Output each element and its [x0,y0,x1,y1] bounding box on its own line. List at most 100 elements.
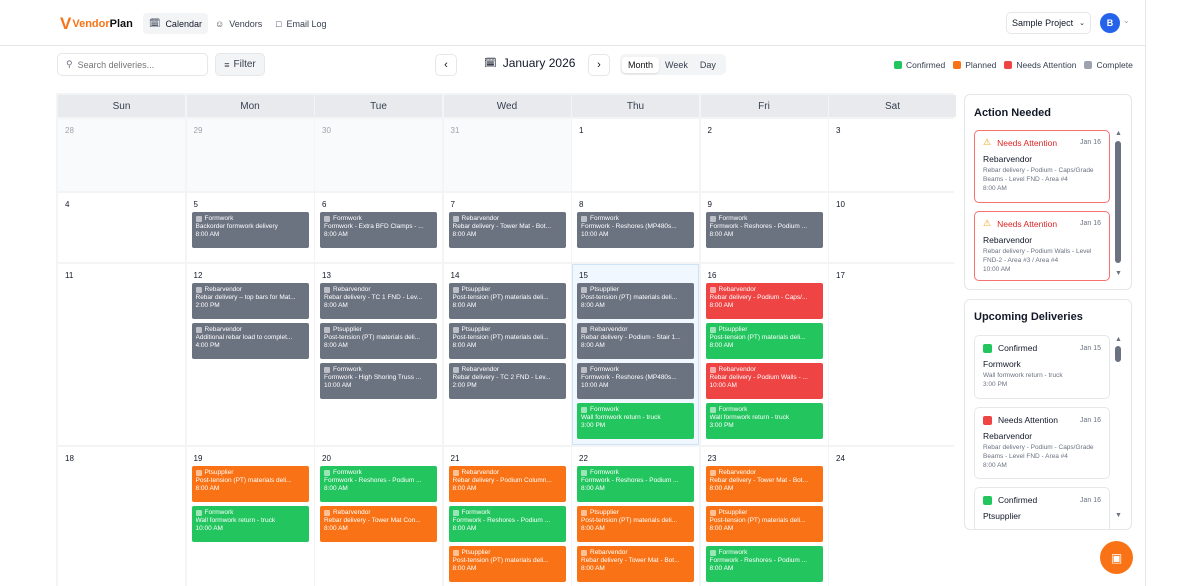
day-cell[interactable]: 11 [58,264,185,445]
assistant-button[interactable]: ▣ [1100,541,1133,574]
delivery-event[interactable]: Ptsupplier Post-tension (PT) materials de… [191,466,309,502]
delivery-event[interactable]: Ptsupplier Post-tension (PT) materials de… [448,546,566,582]
day-cell[interactable]: 7 Rebarvendor Rebar delivery - Tower Mat -… [443,193,571,262]
day-cell[interactable]: 30 [315,119,442,191]
delivery-event[interactable]: Ptsupplier Post-tension (PT) materials de… [705,506,823,542]
delivery-event[interactable]: Formwork Formwork - Reshores - Podium ...… [320,466,437,502]
delivery-event[interactable]: Formwork Formwork - Reshores (MP480s... 10… [577,212,694,248]
delivery-event[interactable]: Formwork Formwork - Reshores - Podium ...… [705,546,823,582]
day-cell[interactable]: 22 Formwork Formwork - Reshores - Podium .… [572,447,699,586]
day-number: 4 [65,200,70,209]
scroll-down-icon[interactable]: ▼ [1115,512,1122,519]
day-cell[interactable]: 19 Ptsupplier Post-tension (PT) materials … [186,447,314,586]
delivery-event[interactable]: Formwork Formwork - Reshores - Podium ...… [577,466,694,502]
day-cell[interactable]: 29 [186,119,314,191]
action-card[interactable]: ⚠ Needs Attention Jan 16 Rebarvendor Reb… [974,130,1110,203]
filter-button[interactable]: ≡ Filter [215,53,265,76]
day-cell[interactable]: 17 [829,264,956,445]
search-input[interactable] [77,59,198,70]
delivery-event[interactable]: Rebarvendor Additional rebar load to comp… [191,323,309,359]
delivery-event[interactable]: Formwork Backorder formwork delivery 8:00 … [191,212,309,248]
day-cell[interactable]: 5 Formwork Backorder formwork delivery 8:00… [186,193,314,262]
scroll-up-icon[interactable]: ▲ [1115,130,1122,137]
view-week-button[interactable]: Week [659,57,694,73]
delivery-event[interactable]: Formwork Formwork - Extra BFD Clamps - ..… [320,212,437,248]
day-cell[interactable]: 1 [572,119,699,191]
day-number: 7 [450,200,455,209]
delivery-event[interactable]: Formwork Formwork - Reshores (MP480s... 10… [577,363,694,399]
delivery-event[interactable]: Ptsupplier Post-tension (PT) materials de… [320,323,437,359]
delivery-event[interactable]: Ptsupplier Post-tension (PT) materials de… [448,323,566,359]
event-description: Formwork - Extra BFD Clamps - ... [324,223,424,230]
day-cell[interactable]: 24 [829,447,956,586]
day-cell[interactable]: 2 [700,119,828,191]
delivery-event[interactable]: Ptsupplier Post-tension (PT) materials de… [448,283,566,319]
view-month-button[interactable]: Month [622,56,660,73]
delivery-event[interactable]: Formwork Wall formwork return - truck 10:0… [191,506,309,542]
day-cell[interactable]: 28 [58,119,185,191]
delivery-event[interactable]: Rebarvendor Rebar delivery - TC 2 FND - L… [448,363,566,399]
delivery-event[interactable]: Formwork Formwork - High Shoring Truss ..… [320,363,437,399]
view-day-button[interactable]: Day [694,57,722,73]
scroll-up-icon[interactable]: ▲ [1115,336,1122,343]
day-cell[interactable]: 9 Formwork Formwork - Reshores - Podium ..… [700,193,828,262]
calendar-icon: 🗓 [484,57,497,69]
event-description: Rebar delivery - TC 1 FND - Lev... [324,294,423,301]
day-cell[interactable]: 31 [443,119,571,191]
nav-calendar[interactable]: 🗓 Calendar [143,13,208,34]
project-selector[interactable]: Sample Project ⌄ [1006,12,1091,34]
day-cell[interactable]: 4 [58,193,185,262]
delivery-card[interactable]: Confirmed Jan 15 Formwork Wall formwork … [974,335,1110,399]
weekday-header: Tue [315,95,442,117]
delivery-event[interactable]: Formwork Wall formwork return - truck 3:00… [577,403,694,439]
vendorplan-logo[interactable]: V Vendor Plan [60,14,133,34]
scrollbar-thumb[interactable] [1115,346,1121,362]
delivery-event[interactable]: Rebarvendor Rebar delivery - Tower Mat - … [448,212,566,248]
delivery-event[interactable]: Ptsupplier Post-tension (PT) materials de… [577,283,694,319]
day-number: 9 [707,200,712,209]
delivery-event[interactable]: Ptsupplier Post-tension (PT) materials de… [577,506,694,542]
delivery-event[interactable]: Rebarvendor Rebar delivery - Tower Mat - … [705,466,823,502]
day-cell[interactable]: 21 Rebarvendor Rebar delivery - Podium Col… [443,447,571,586]
delivery-event[interactable]: Ptsupplier Post-tension (PT) materials de… [705,323,823,359]
delivery-event[interactable]: Formwork Formwork - Reshores - Podium ...… [705,212,823,248]
delivery-event[interactable]: Rebarvendor Rebar delivery - Podium - Sta… [577,323,694,359]
day-cell[interactable]: 23 Rebarvendor Rebar delivery - Tower Mat … [700,447,828,586]
search-box[interactable]: ⚲ [57,53,208,76]
delivery-event[interactable]: Rebarvendor Rebar delivery - Tower Mat - … [577,546,694,582]
delivery-event[interactable]: Rebarvendor Rebar delivery - Podium - Cap… [705,283,823,319]
delivery-event[interactable]: Rebarvendor Rebar delivery - Tower Mat Co… [320,506,437,542]
day-cell[interactable]: 18 [58,447,185,586]
delivery-event[interactable]: Formwork Formwork - Reshores - Podium ...… [448,506,566,542]
day-cell[interactable]: 13 Rebarvendor Rebar delivery - TC 1 FND -… [315,264,442,445]
delivery-event[interactable]: Rebarvendor Rebar delivery - Podium Walls… [705,363,823,399]
delivery-event[interactable]: Rebarvendor Rebar delivery – top bars for… [191,283,309,319]
day-cell[interactable]: 6 Formwork Formwork - Extra BFD Clamps - .… [315,193,442,262]
day-cell[interactable]: 14 Ptsupplier Post-tension (PT) materials … [443,264,571,445]
delivery-card[interactable]: Needs Attention Jan 16 Rebarvendor Rebar… [974,407,1110,479]
day-cell[interactable]: 20 Formwork Formwork - Reshores - Podium .… [315,447,442,586]
day-cell[interactable]: 3 [829,119,956,191]
event-time: 8:00 AM [709,525,734,532]
delivery-event[interactable]: Formwork Wall formwork return - truck 3:00… [705,403,823,439]
delivery-card[interactable]: Confirmed Jan 16 Ptsupplier [974,487,1110,529]
action-card[interactable]: ⚠ Needs Attention Jan 16 Rebarvendor Reb… [974,211,1110,281]
day-cell[interactable]: 10 [829,193,956,262]
event-description: Backorder formwork delivery [195,223,278,230]
day-cell[interactable]: 16 Rebarvendor Rebar delivery - Podium - C… [700,264,828,445]
prev-month-button[interactable]: ‹ [435,54,457,76]
next-month-button[interactable]: › [588,54,610,76]
day-cell[interactable]: 15 Ptsupplier Post-tension (PT) materials … [572,264,699,445]
chevron-down-icon[interactable]: ⌄ [1123,16,1130,25]
day-cell[interactable]: 8 Formwork Formwork - Reshores (MP480s... 1… [572,193,699,262]
day-number: 30 [322,126,331,135]
scroll-down-icon[interactable]: ▼ [1115,270,1122,277]
day-cell[interactable]: 12 Rebarvendor Rebar delivery – top bars f… [186,264,314,445]
scrollbar-thumb[interactable] [1115,141,1121,263]
nav-vendors[interactable]: ☺ Vendors [209,13,268,34]
user-avatar[interactable]: B [1100,13,1120,33]
nav-email-log[interactable]: □ Email Log [270,13,332,34]
delivery-event[interactable]: Rebarvendor Rebar delivery - TC 1 FND - L… [320,283,437,319]
delivery-event[interactable]: Rebarvendor Rebar delivery - Podium Colum… [448,466,566,502]
page-margin [1146,0,1200,586]
